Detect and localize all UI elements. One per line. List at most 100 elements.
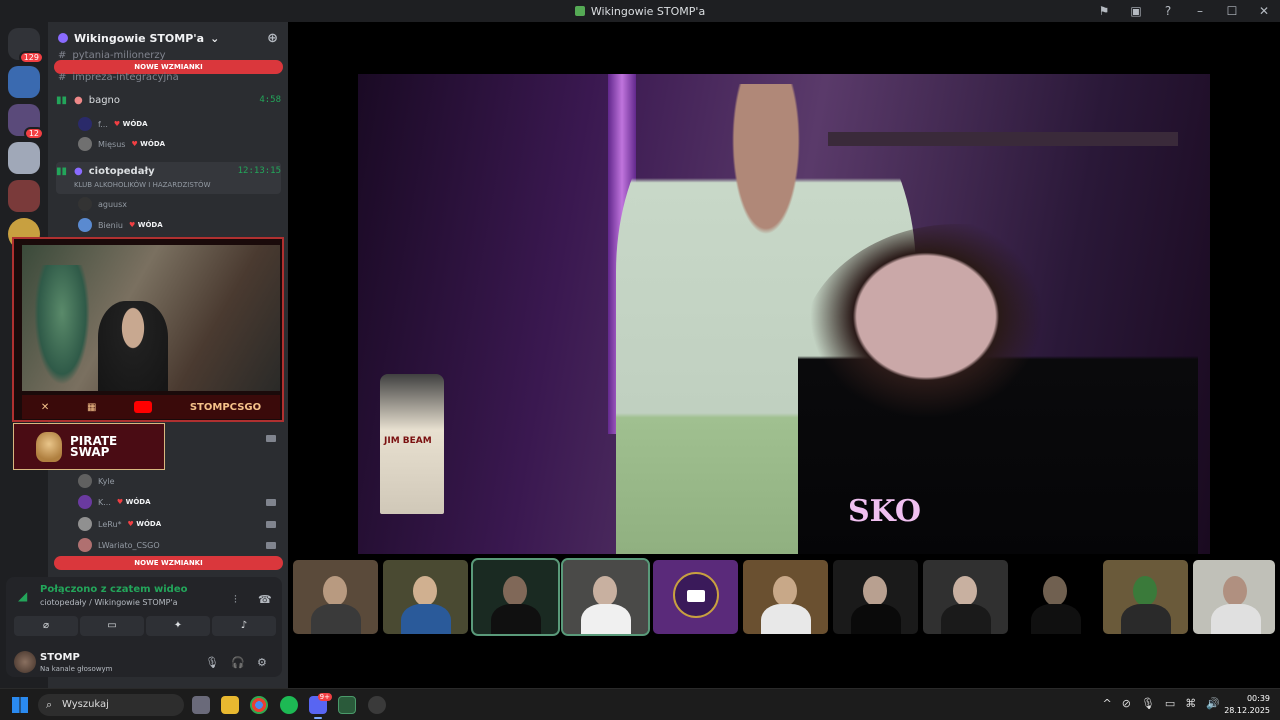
video-stage: SKO JIM BEAM [288,22,1280,688]
flag-icon[interactable]: ⚑ [1088,4,1120,18]
participant-tile[interactable] [383,560,468,634]
obs-icon[interactable] [368,696,386,714]
server-icon[interactable]: 12 [8,104,44,140]
server-boost-icon [58,33,68,43]
camera-icon [266,499,276,506]
avatar [78,474,92,488]
participant-tile[interactable] [833,560,918,634]
volume-icon[interactable]: 🔊 [1206,697,1220,710]
participant-tile[interactable] [1013,560,1098,634]
participant-tile[interactable] [743,560,828,634]
username[interactable]: STOMP [40,652,80,663]
screen-share-button[interactable]: ▭ [80,616,144,636]
pirate-skull-icon [36,431,62,462]
start-button[interactable] [12,697,28,713]
poop-emoji-icon: ● [74,94,83,106]
server-icon[interactable] [8,66,40,98]
activities-button[interactable]: ✦ [146,616,210,636]
help-icon[interactable]: ? [1152,4,1184,18]
discord-icon[interactable]: 9+ [309,693,332,719]
task-view-icon[interactable] [192,696,210,714]
maximize-icon[interactable]: ☐ [1216,4,1248,18]
participant-tile[interactable] [923,560,1008,634]
tray-app-icon[interactable]: ⊘ [1122,697,1131,710]
voice-status[interactable]: Połączono z czatem wideo [40,584,188,595]
new-mentions-banner[interactable]: NOWE WZMIANKI [54,556,283,570]
network-icon[interactable]: ⌘ [1185,697,1196,710]
voice-icon: ▮▮ [56,166,68,177]
voice-member[interactable]: Bieniu WÓDA [78,217,163,233]
server-icon[interactable] [8,142,40,174]
search-icon: ⌕ [46,698,53,711]
voice-member[interactable]: Kyle [78,473,115,489]
display-icon[interactable]: ▭ [1165,697,1175,710]
direct-messages-icon[interactable]: 129 [8,28,44,64]
avatar [78,218,92,232]
avatar[interactable] [14,651,36,673]
chevron-up-icon[interactable]: ^ [1102,697,1111,710]
server-icon[interactable] [8,180,40,212]
video-camera-icon [687,590,705,602]
window-title: Wikingowie STOMP'a [574,5,705,18]
social-bar: ✕ ▦ STOMPCSGO [22,395,280,419]
youtube-icon [134,401,153,413]
kick-logo-icon: ✕ [40,401,50,413]
channel-item[interactable]: # impreza-integracyjna [58,72,179,83]
participant-tile[interactable] [471,558,560,636]
participant-tile[interactable] [1193,560,1275,634]
camera-icon [266,542,276,549]
taskbar-clock[interactable]: 00:39 28.12.2025 [1224,693,1270,717]
system-tray: ^ ⊘ 🎙 ▭ ⌘ 🔊 [1102,697,1220,710]
whiskey-bottle: JIM BEAM [380,374,444,514]
headphones-icon[interactable]: 🎧 [231,656,245,669]
focused-video[interactable]: SKO JIM BEAM [358,74,1210,554]
avatar [78,137,92,151]
server-icon [574,6,585,16]
participant-tile[interactable] [293,560,378,634]
team-logo-icon: ▦ [86,401,97,413]
voice-member[interactable]: aguusx [78,196,127,212]
voice-member[interactable]: f... WÓDA [78,116,148,132]
voice-member[interactable]: LeRu* WÓDA [78,516,161,532]
close-icon[interactable]: ✕ [1248,4,1280,18]
camera-off-button[interactable]: ⌀ [14,616,78,636]
spotify-icon[interactable] [280,696,298,714]
camera-icon [266,435,276,442]
noise-suppression-icon[interactable]: ⫶ [234,593,237,607]
voice-icon: ▮▮ [56,94,68,106]
chrome-icon[interactable] [250,696,268,714]
chevron-down-icon: ⌄ [210,31,220,45]
voice-member[interactable]: K... WÓDA [78,494,151,510]
windows-taskbar: ⌕ Wyszukaj 9+ ^ ⊘ 🎙 ▭ ⌘ 🔊 00:39 28.12.20… [0,688,1280,720]
participant-thumbnails [293,558,1275,636]
settings-gear-icon[interactable]: ⚙ [257,656,267,669]
microphone-icon[interactable]: 🎙 [1141,697,1155,710]
file-explorer-icon[interactable] [221,696,239,714]
participant-tile-camera-off[interactable] [653,560,738,634]
window-titlebar: Wikingowie STOMP'a ⚑ ▣ ? – ☐ ✕ [0,0,1280,22]
app-icon[interactable] [338,696,356,714]
signal-icon: ◢ [18,589,28,603]
grape-emoji-icon: ● [74,166,83,177]
voice-channel-bagno[interactable]: ▮▮ ● bagno 4:58 [56,90,281,110]
participant-tile[interactable] [561,558,650,636]
taskbar-search[interactable]: ⌕ Wyszukaj [38,694,184,716]
microphone-icon[interactable]: 🎙 [205,656,219,669]
voice-channel-link[interactable]: ciotopedały / Wikingowie STOMP'a [40,598,178,607]
avatar [78,517,92,531]
soundboard-button[interactable]: ♪ [212,616,276,636]
voice-connection-panel: ◢ Połączono z czatem wideo ciotopedały /… [6,577,282,677]
user-status: Na kanale głosowym [40,665,113,673]
webcam-scene [22,245,280,391]
voice-channel-ciotopedaly[interactable]: ▮▮ ● ciotopedały 12:13:15 KLUB ALKOHOLIK… [56,162,281,194]
avatar [78,117,92,131]
inbox-icon[interactable]: ▣ [1120,4,1152,18]
sponsor-banner: PIRATE SWAP [13,423,165,470]
disconnect-icon[interactable]: ☎ [258,593,272,606]
minimize-icon[interactable]: – [1184,4,1216,18]
voice-member[interactable]: Mięsus WÓDA [78,136,165,152]
hash-icon: # [58,72,67,83]
participant-tile[interactable] [1103,560,1188,634]
invite-user-icon[interactable]: ⊕ [267,31,278,46]
voice-member[interactable]: LWariato_CSGO [78,537,160,553]
